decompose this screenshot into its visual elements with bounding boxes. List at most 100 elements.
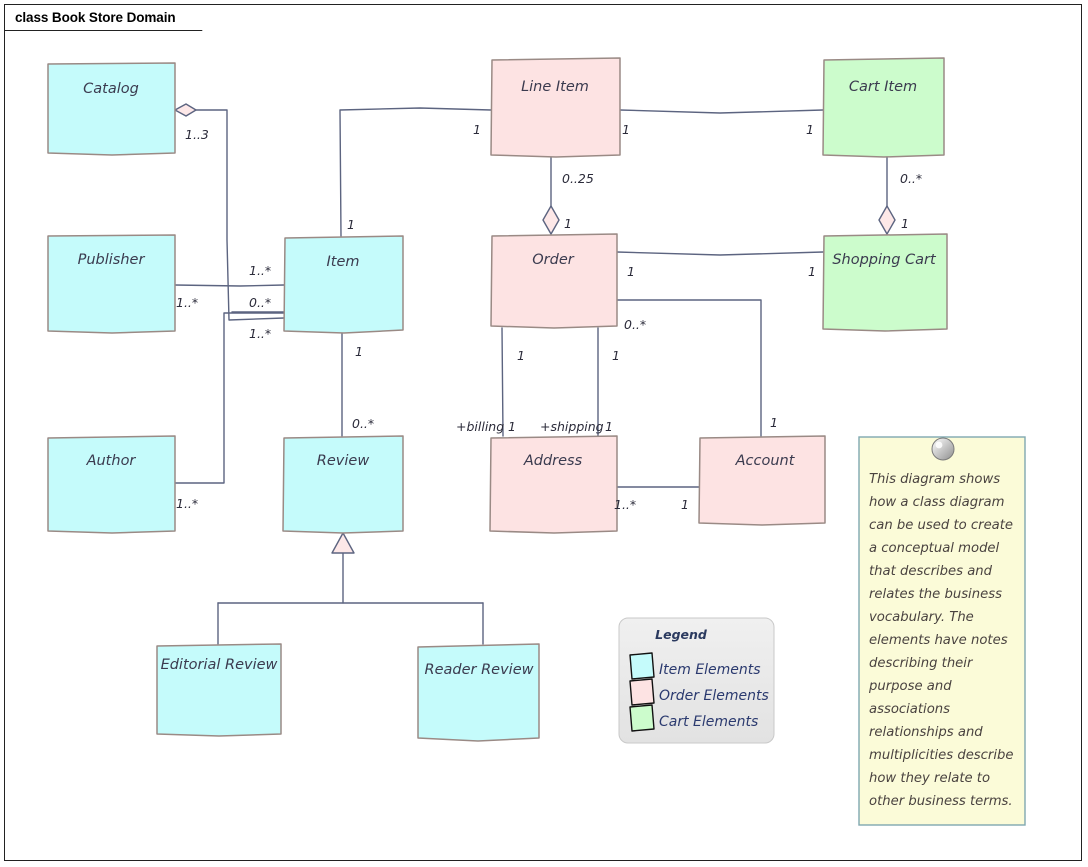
class-box-cart-item[interactable]: Cart Item <box>822 57 945 158</box>
multiplicity-label: 1 <box>612 348 620 363</box>
class-box-item[interactable]: Item <box>283 235 404 334</box>
class-box-account[interactable]: Account <box>698 435 826 526</box>
note-line: that describes and <box>869 564 993 579</box>
note-line: how a class diagram <box>869 495 1004 510</box>
class-box-shape <box>47 435 176 534</box>
note-line: other business terms. <box>869 794 1013 809</box>
class-box-address[interactable]: Address <box>489 435 618 534</box>
edge-order-cart <box>616 251 824 256</box>
multiplicity-label: 1 <box>806 122 814 137</box>
class-name-author: Author <box>86 453 137 469</box>
class-name-address: Address <box>523 453 583 469</box>
edge-publisher-item <box>174 284 285 287</box>
class-box-catalog[interactable]: Catalog <box>47 62 176 156</box>
class-name-review: Review <box>317 453 370 469</box>
class-box-order[interactable]: Order <box>490 233 618 329</box>
legend-label-cart-elements: Cart Elements <box>659 714 758 730</box>
class-box-review[interactable]: Review <box>282 435 404 534</box>
multiplicity-label: 0..* <box>624 317 646 332</box>
class-name-shopping-cart: Shopping Cart <box>832 252 937 268</box>
note-line: relates the business <box>869 587 1002 602</box>
class-box-shape <box>47 234 176 334</box>
multiplicity-label: 1 <box>347 217 355 232</box>
multiplicity-label: 1 <box>508 419 516 434</box>
class-box-shape <box>490 233 618 329</box>
class-boxes: Catalog Line Item Cart Item Publisher It… <box>47 57 948 742</box>
note-line: This diagram shows <box>869 472 1000 487</box>
multiplicity-label: 1 <box>564 216 572 231</box>
class-box-line-item[interactable]: Line Item <box>490 57 621 158</box>
class-box-publisher[interactable]: Publisher <box>47 234 176 334</box>
class-box-shape <box>283 235 404 334</box>
legend-swatch-cart-elements <box>629 704 655 732</box>
class-box-shape <box>47 62 176 156</box>
multiplicity-label: 0..* <box>900 171 922 186</box>
diagram-title: class Book Store Domain <box>15 10 176 25</box>
class-name-catalog: Catalog <box>83 81 139 97</box>
multiplicity-label: 1 <box>627 264 635 279</box>
class-box-shape <box>417 643 540 742</box>
multiplicity-label: 0..* <box>352 416 374 431</box>
multiplicity-label: 1..3 <box>185 127 209 142</box>
class-box-editorial-review[interactable]: Editorial Review <box>156 643 282 737</box>
aggregation-diamond-order <box>542 205 560 235</box>
class-name-item: Item <box>326 254 359 270</box>
role-label-shipping: +shipping <box>540 419 604 434</box>
multiplicity-label: 0..* <box>249 295 271 310</box>
multiplicity-label: 1 <box>901 216 909 231</box>
note-line: elements have notes <box>869 633 1008 648</box>
class-box-author[interactable]: Author <box>47 435 176 534</box>
pushpin-highlight-icon <box>935 441 943 449</box>
class-name-editorial-review: Editorial Review <box>161 657 278 673</box>
class-box-reader-review[interactable]: Reader Review <box>417 643 540 742</box>
class-box-shape <box>489 435 618 534</box>
aggregation-diamond-catalog <box>174 103 197 117</box>
multiplicity-label: 1..* <box>176 295 198 310</box>
multiplicity-label: 1..* <box>176 496 198 511</box>
multiplicity-label: 1..* <box>249 263 271 278</box>
class-name-order: Order <box>532 252 574 268</box>
multiplicity-label: 1 <box>681 497 689 512</box>
aggregation-diamond-cart <box>878 205 896 235</box>
class-name-cart-item: Cart Item <box>849 79 917 95</box>
edge-lineitem-item <box>339 107 492 237</box>
multiplicity-label: 1 <box>355 344 363 359</box>
legend-swatch-item-elements <box>629 652 655 680</box>
class-name-reader-review: Reader Review <box>425 662 534 678</box>
diagram-title-tab: class Book Store Domain <box>5 5 203 31</box>
class-box-shape <box>698 435 826 526</box>
edge-lineitem-cartitem <box>619 109 824 114</box>
note-text: This diagram shows how a class diagram c… <box>868 472 1014 809</box>
legend: Legend Item Elements Order Elements Cart… <box>618 617 775 744</box>
note-line: can be used to create <box>869 518 1013 533</box>
diagram-canvas: class Book Store Domain Catalog Line Ite… <box>0 0 1088 867</box>
note-line: describing their <box>869 656 974 671</box>
multiplicity-label: 1 <box>622 122 630 137</box>
legend-label-item-elements: Item Elements <box>659 662 761 678</box>
note-line: a conceptual model <box>869 541 1000 556</box>
class-name-line-item: Line Item <box>521 79 589 95</box>
note-line: vocabulary. The <box>869 610 974 625</box>
class-box-shape <box>282 435 404 534</box>
note-line: associations <box>869 702 950 717</box>
class-name-account: Account <box>735 453 796 469</box>
legend-swatch-order-elements <box>629 678 655 706</box>
note: This diagram shows how a class diagram c… <box>858 436 1026 826</box>
legend-label-order-elements: Order Elements <box>659 688 769 704</box>
note-line: relationships and <box>869 725 983 740</box>
multiplicity-label: 0..25 <box>562 171 594 186</box>
diagram-svg: Catalog Line Item Cart Item Publisher It… <box>47 57 1026 826</box>
class-box-shopping-cart[interactable]: Shopping Cart <box>822 233 948 332</box>
note-line: multiplicities describe <box>869 748 1014 763</box>
multiplicity-label: 1..* <box>614 497 636 512</box>
multiplicity-label: 1 <box>605 419 613 434</box>
relationship-edges <box>174 103 896 645</box>
multiplicity-label: 1 <box>770 415 778 430</box>
note-line: purpose and <box>868 679 952 694</box>
legend-title: Legend <box>655 627 708 642</box>
class-box-shape <box>822 57 945 158</box>
role-labels: +billing +shipping <box>456 419 604 434</box>
multiplicity-label: 1 <box>808 264 816 279</box>
role-label-billing: +billing <box>456 419 504 434</box>
class-box-shape <box>822 233 948 332</box>
